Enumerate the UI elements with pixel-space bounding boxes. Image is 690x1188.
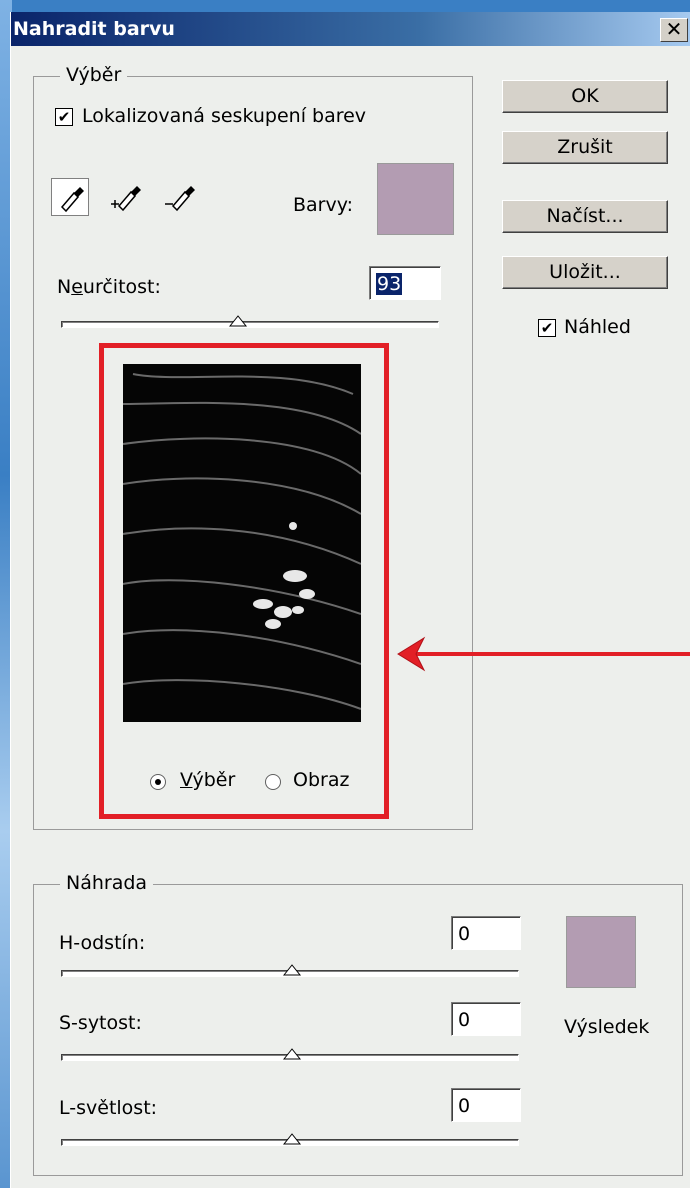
- saturation-label: S-sytost:: [59, 1012, 142, 1034]
- fuzziness-input[interactable]: 93: [369, 266, 441, 300]
- title-bar[interactable]: Nahradit barvu ✕: [11, 12, 690, 46]
- ok-button[interactable]: OK: [502, 80, 668, 113]
- result-label: Výsledek: [564, 1016, 650, 1038]
- saturation-input[interactable]: 0: [451, 1002, 521, 1036]
- result-swatch: [566, 916, 636, 988]
- preview-label: Náhled: [564, 316, 631, 338]
- lightness-input[interactable]: 0: [451, 1088, 521, 1122]
- colors-label: Barvy:: [293, 194, 353, 216]
- eyedropper-subtract-tool[interactable]: [163, 178, 199, 214]
- view-selection-label-text: ýběr: [192, 769, 236, 791]
- localized-clusters-checkbox[interactable]: ✔: [55, 108, 73, 126]
- replace-color-dialog: Nahradit barvu ✕ Výběr ✔ Lokalizovaná se…: [10, 12, 690, 1188]
- eyedropper-plus-icon: [111, 186, 141, 212]
- window-title: Nahradit barvu: [13, 18, 175, 40]
- hue-input[interactable]: 0: [451, 916, 521, 950]
- cancel-button[interactable]: Zrušit: [502, 131, 668, 164]
- fuzziness-label: Neurčitost:: [57, 276, 161, 298]
- eyedropper-minus-icon: [165, 186, 195, 212]
- selection-preview-image: [123, 364, 361, 722]
- selection-group-label: Výběr: [60, 64, 128, 86]
- annotation-arrow: [397, 636, 690, 672]
- hue-label: H-odstín:: [59, 932, 146, 954]
- hue-slider-thumb[interactable]: [282, 963, 302, 977]
- eyedropper-add-tool[interactable]: [109, 178, 145, 214]
- replacement-group-label: Náhrada: [60, 872, 154, 894]
- fuzziness-slider[interactable]: [61, 321, 439, 328]
- localized-clusters-label: Lokalizovaná seskupení barev: [82, 105, 367, 127]
- fuzziness-slider-thumb[interactable]: [228, 314, 248, 328]
- view-selection-radio[interactable]: [150, 774, 166, 790]
- view-image-radio[interactable]: [265, 774, 281, 790]
- eyedropper-icon: [60, 187, 84, 213]
- eyedropper-tool[interactable]: [51, 178, 89, 216]
- save-button[interactable]: Uložit...: [502, 256, 668, 289]
- lightness-label: L-světlost:: [59, 1097, 158, 1119]
- lightness-slider-thumb[interactable]: [282, 1132, 302, 1146]
- colors-swatch[interactable]: [377, 163, 454, 235]
- view-selection-label: Výběr: [180, 769, 236, 791]
- close-button[interactable]: ✕: [660, 18, 688, 42]
- saturation-slider-thumb[interactable]: [282, 1047, 302, 1061]
- load-button[interactable]: Načíst...: [502, 200, 668, 233]
- preview-checkbox[interactable]: ✔: [538, 319, 556, 337]
- view-image-label: Obraz: [293, 769, 350, 791]
